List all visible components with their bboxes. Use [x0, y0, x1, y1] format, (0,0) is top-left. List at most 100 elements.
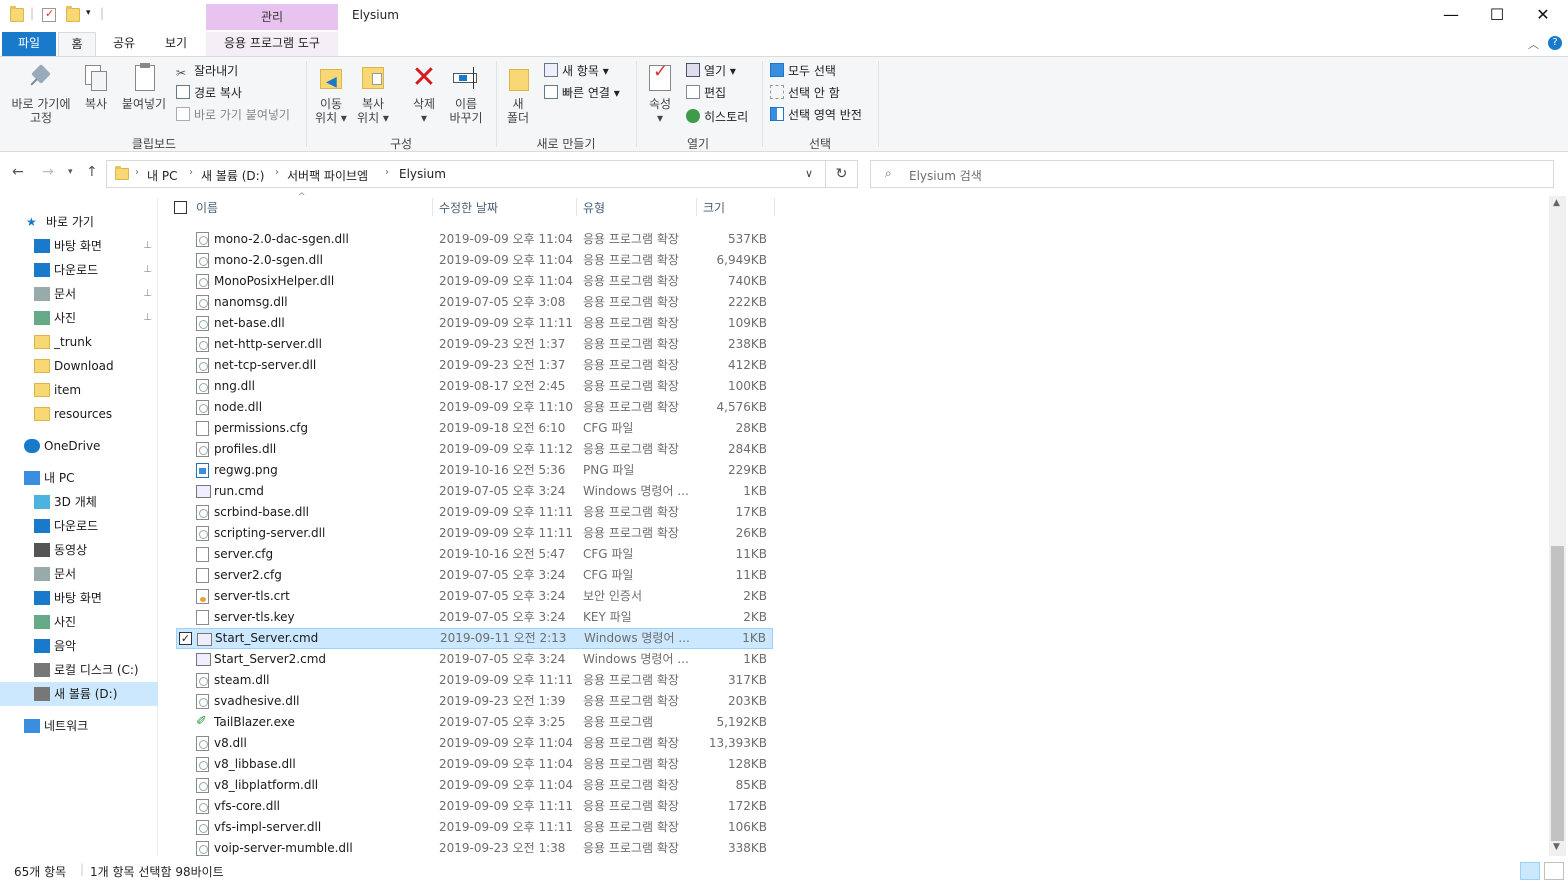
minimize-button[interactable]: — [1428, 0, 1474, 32]
move-to-button[interactable]: ◀ 이동 위치 ▾ [312, 61, 350, 125]
new-item-button[interactable]: 새 항목 ▾ [544, 61, 609, 81]
breadcrumb-separator-icon[interactable]: › [189, 167, 193, 178]
properties-icon[interactable]: ✓ [42, 7, 56, 22]
table-row[interactable]: v8_libplatform.dll 2019-09-09 오후 11:04 응용 … [176, 775, 773, 796]
sidebar-item-0[interactable]: ★ 바로 가기 [0, 210, 158, 234]
breadcrumb-volume-d[interactable]: 새 볼륨 (D:) [201, 167, 264, 184]
help-icon[interactable]: ? [1548, 36, 1562, 50]
table-row[interactable]: ✐ TailBlazer.exe 2019-07-05 오후 3:25 응용 프로그램… [176, 712, 773, 733]
divider[interactable] [432, 198, 433, 216]
sidebar-item-14[interactable]: 문서 [0, 562, 158, 586]
sidebar-item-2[interactable]: 다운로드 ⊥ [0, 258, 158, 282]
breadcrumb-separator-icon[interactable]: › [385, 167, 389, 178]
large-icons-view-icon[interactable] [1544, 862, 1564, 880]
tab-file[interactable]: 파일 [2, 32, 56, 56]
table-row[interactable]: profiles.dll 2019-09-09 오후 11:12 응용 프로그램 확… [176, 439, 773, 460]
easy-access-button[interactable]: 빠른 연결 ▾ [544, 83, 620, 103]
column-name[interactable]: 이름 [196, 199, 218, 216]
sidebar-item-4[interactable]: 사진 ⊥ [0, 306, 158, 330]
history-button[interactable]: 히스토리 [686, 107, 748, 127]
address-bar[interactable]: › 내 PC › 새 볼륨 (D:) › 서버팩 파이브엠 › Elysium … [106, 160, 826, 188]
cut-button[interactable]: ✂ 잘라내기 [176, 61, 238, 81]
table-row[interactable]: scripting-server.dll 2019-09-09 오후 11:11 응… [176, 523, 773, 544]
sidebar-item-5[interactable]: _trunk [0, 330, 158, 354]
properties-dropdown-icon[interactable]: ▾ [640, 111, 680, 125]
sidebar-item-11[interactable]: 3D 개체 [0, 490, 158, 514]
open-button[interactable]: 열기 ▾ [686, 61, 736, 81]
scroll-down-icon[interactable]: ▼ [1553, 842, 1560, 852]
divider[interactable] [774, 198, 775, 216]
table-row[interactable]: net-tcp-server.dll 2019-09-23 오전 1:37 응용 프… [176, 355, 773, 376]
sidebar-item-19[interactable]: 새 볼륨 (D:) [0, 682, 158, 706]
table-row[interactable]: server-tls.crt 2019-07-05 오후 3:24 보안 인증서 2K… [176, 586, 773, 607]
sidebar-item-7[interactable]: item [0, 378, 158, 402]
paste-shortcut-button[interactable]: 바로 가기 붙여넣기 [176, 105, 290, 125]
sidebar-item-15[interactable]: 바탕 화면 [0, 586, 158, 610]
divider[interactable] [696, 198, 697, 216]
scroll-up-icon[interactable]: ▲ [1553, 198, 1560, 208]
vertical-scrollbar[interactable]: ▲ ▼ [1549, 196, 1566, 856]
table-row[interactable]: permissions.cfg 2019-09-18 오전 6:10 CFG 파일 2… [176, 418, 773, 439]
table-row[interactable]: voip-server-mumble.dll 2019-09-23 오전 1:38… [176, 838, 773, 858]
back-arrow-icon[interactable]: ← [12, 164, 24, 180]
scroll-thumb[interactable] [1551, 546, 1564, 841]
invert-selection-button[interactable]: 선택 영역 반전 [770, 105, 862, 125]
sidebar-item-1[interactable]: 바탕 화면 ⊥ [0, 234, 158, 258]
table-row[interactable]: nng.dll 2019-08-17 오전 2:45 응용 프로그램 확장 100KB [176, 376, 773, 397]
tab-app-tools[interactable]: 응용 프로그램 도구 [206, 32, 338, 56]
qat-dropdown-icon[interactable]: ▾ [86, 8, 91, 18]
table-row[interactable]: mono-2.0-sgen.dll 2019-09-09 오후 11:04 응용 프… [176, 250, 773, 271]
table-row[interactable]: net-base.dll 2019-09-09 오후 11:11 응용 프로그램 확… [176, 313, 773, 334]
up-arrow-icon[interactable]: ↑ [86, 164, 98, 180]
table-row[interactable]: svadhesive.dll 2019-09-23 오전 1:39 응용 프로그램 … [176, 691, 773, 712]
sidebar-item-16[interactable]: 사진 [0, 610, 158, 634]
breadcrumb-pc[interactable]: 내 PC [147, 167, 177, 184]
column-date[interactable]: 수정한 날짜 [439, 199, 498, 216]
select-all-button[interactable]: 모두 선택 [770, 61, 836, 81]
table-row[interactable]: run.cmd 2019-07-05 오후 3:24 Windows 명령어 ...… [176, 481, 773, 502]
rename-button[interactable]: 이름 바꾸기 [444, 61, 488, 125]
table-row[interactable]: regwg.png 2019-10-16 오전 5:36 PNG 파일 229KB [176, 460, 773, 481]
details-view-icon[interactable] [1520, 862, 1540, 880]
row-checkbox[interactable]: ✓ [179, 632, 192, 645]
sidebar-item-18[interactable]: 로컬 디스크 (C:) [0, 658, 158, 682]
tab-share[interactable]: 공유 [100, 32, 148, 56]
sidebar-item-9[interactable]: OneDrive [0, 434, 158, 458]
breadcrumb-separator-icon[interactable]: › [135, 167, 139, 178]
table-row[interactable]: MonoPosixHelper.dll 2019-09-09 오후 11:04 응용… [176, 271, 773, 292]
divider[interactable] [576, 198, 577, 216]
table-row[interactable]: v8_libbase.dll 2019-09-09 오후 11:04 응용 프로그램… [176, 754, 773, 775]
column-type[interactable]: 유형 [583, 199, 605, 216]
select-none-button[interactable]: 선택 안 함 [770, 83, 840, 103]
recent-locations-icon[interactable]: ▾ [68, 167, 73, 177]
copy-to-button[interactable]: 복사 위치 ▾ [354, 61, 392, 125]
column-size[interactable]: 크기 [703, 199, 725, 216]
sidebar-item-12[interactable]: 다운로드 [0, 514, 158, 538]
select-all-checkbox[interactable] [174, 201, 187, 214]
new-folder-button[interactable]: 새 폴더 [500, 61, 536, 125]
address-dropdown-icon[interactable]: ∨ [805, 167, 813, 180]
close-button[interactable]: ✕ [1520, 0, 1566, 32]
search-input[interactable]: ⌕ Elysium 검색 [870, 160, 1554, 188]
table-row[interactable]: scrbind-base.dll 2019-09-09 오후 11:11 응용 프로… [176, 502, 773, 523]
sidebar-item-3[interactable]: 문서 ⊥ [0, 282, 158, 306]
delete-button[interactable]: ✕ 삭제 ▾ [404, 61, 444, 126]
properties-button[interactable]: ✓ 속성 ▾ [640, 61, 680, 126]
new-folder-icon[interactable] [66, 6, 80, 22]
breadcrumb-separator-icon[interactable]: › [275, 167, 279, 178]
copy-button[interactable]: 복사 [78, 61, 114, 111]
sidebar-item-6[interactable]: Download [0, 354, 158, 378]
copy-path-button[interactable]: 경로 복사 [176, 83, 242, 103]
table-row[interactable]: v8.dll 2019-09-09 오후 11:04 응용 프로그램 확장 13,39… [176, 733, 773, 754]
sidebar-item-8[interactable]: resources [0, 402, 158, 426]
table-row[interactable]: mono-2.0-dac-sgen.dll 2019-09-09 오후 11:04… [176, 229, 773, 250]
collapse-ribbon-icon[interactable]: ︿ [1528, 36, 1539, 52]
table-row[interactable]: server2.cfg 2019-07-05 오후 3:24 CFG 파일 11KB [176, 565, 773, 586]
delete-dropdown-icon[interactable]: ▾ [404, 111, 444, 125]
forward-arrow-icon[interactable]: → [42, 164, 54, 180]
table-row[interactable]: net-http-server.dll 2019-09-23 오전 1:37 응용 … [176, 334, 773, 355]
sidebar-item-17[interactable]: 음악 [0, 634, 158, 658]
paste-button[interactable]: 붙여넣기 [118, 61, 170, 111]
breadcrumb-elysium[interactable]: Elysium [399, 167, 446, 181]
table-row[interactable]: Start_Server2.cmd 2019-07-05 오후 3:24 Windo… [176, 649, 773, 670]
